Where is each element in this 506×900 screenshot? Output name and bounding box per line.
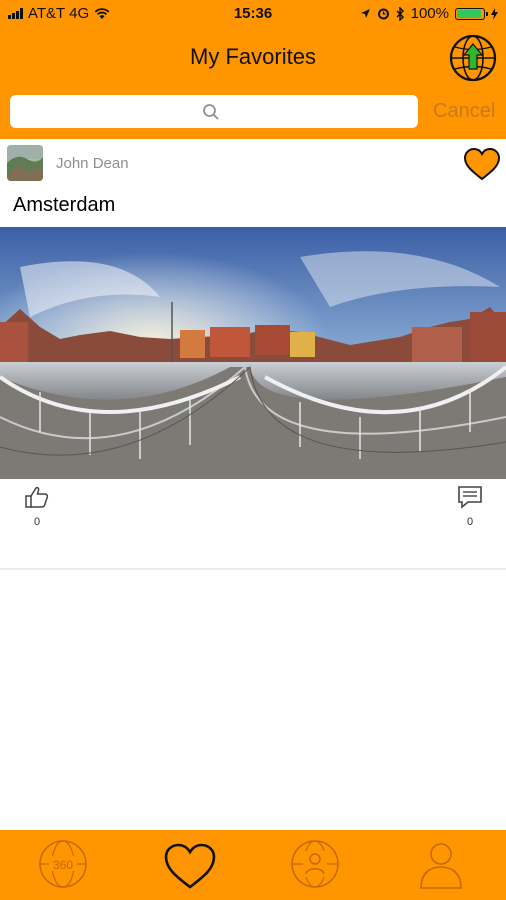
- battery-percent: 100%: [410, 5, 449, 22]
- post-divider: [0, 568, 506, 570]
- author-name[interactable]: John Dean: [56, 155, 129, 172]
- search-icon: [203, 103, 219, 120]
- profile-icon[interactable]: [415, 838, 467, 890]
- cancel-button[interactable]: Cancel: [433, 100, 495, 123]
- location-icon: [360, 9, 370, 18]
- comment-count: 0: [466, 516, 474, 528]
- status-bar: AT&T 4G 15:36 100%: [0, 0, 506, 28]
- 360-globe-icon[interactable]: 360: [37, 838, 89, 890]
- panorama-image[interactable]: [0, 227, 506, 479]
- comment-action[interactable]: 0: [455, 485, 485, 528]
- thumbs-up-icon[interactable]: [24, 485, 50, 509]
- battery-icon: [455, 7, 488, 20]
- favorite-heart-icon[interactable]: [463, 147, 501, 181]
- like-action[interactable]: 0: [22, 485, 52, 528]
- bluetooth-icon: [396, 6, 404, 21]
- header: AT&T 4G 15:36 100% My Favorites Cancel: [0, 0, 506, 139]
- avatar[interactable]: [7, 145, 43, 181]
- tab-bar: 360: [0, 830, 506, 900]
- heart-icon[interactable]: [163, 842, 217, 890]
- post-caption: Amsterdam: [13, 194, 116, 216]
- alarm-icon: [377, 8, 389, 20]
- like-count: 0: [33, 516, 41, 528]
- page-title: My Favorites: [190, 44, 316, 69]
- globe-upload-icon[interactable]: [449, 34, 497, 82]
- globe-person-icon[interactable]: [289, 838, 341, 890]
- status-right: 100%: [360, 5, 498, 22]
- charging-icon: [491, 7, 498, 20]
- search-bar[interactable]: [10, 95, 418, 128]
- comment-icon[interactable]: [457, 485, 483, 509]
- tab-360-label: 360: [53, 858, 73, 872]
